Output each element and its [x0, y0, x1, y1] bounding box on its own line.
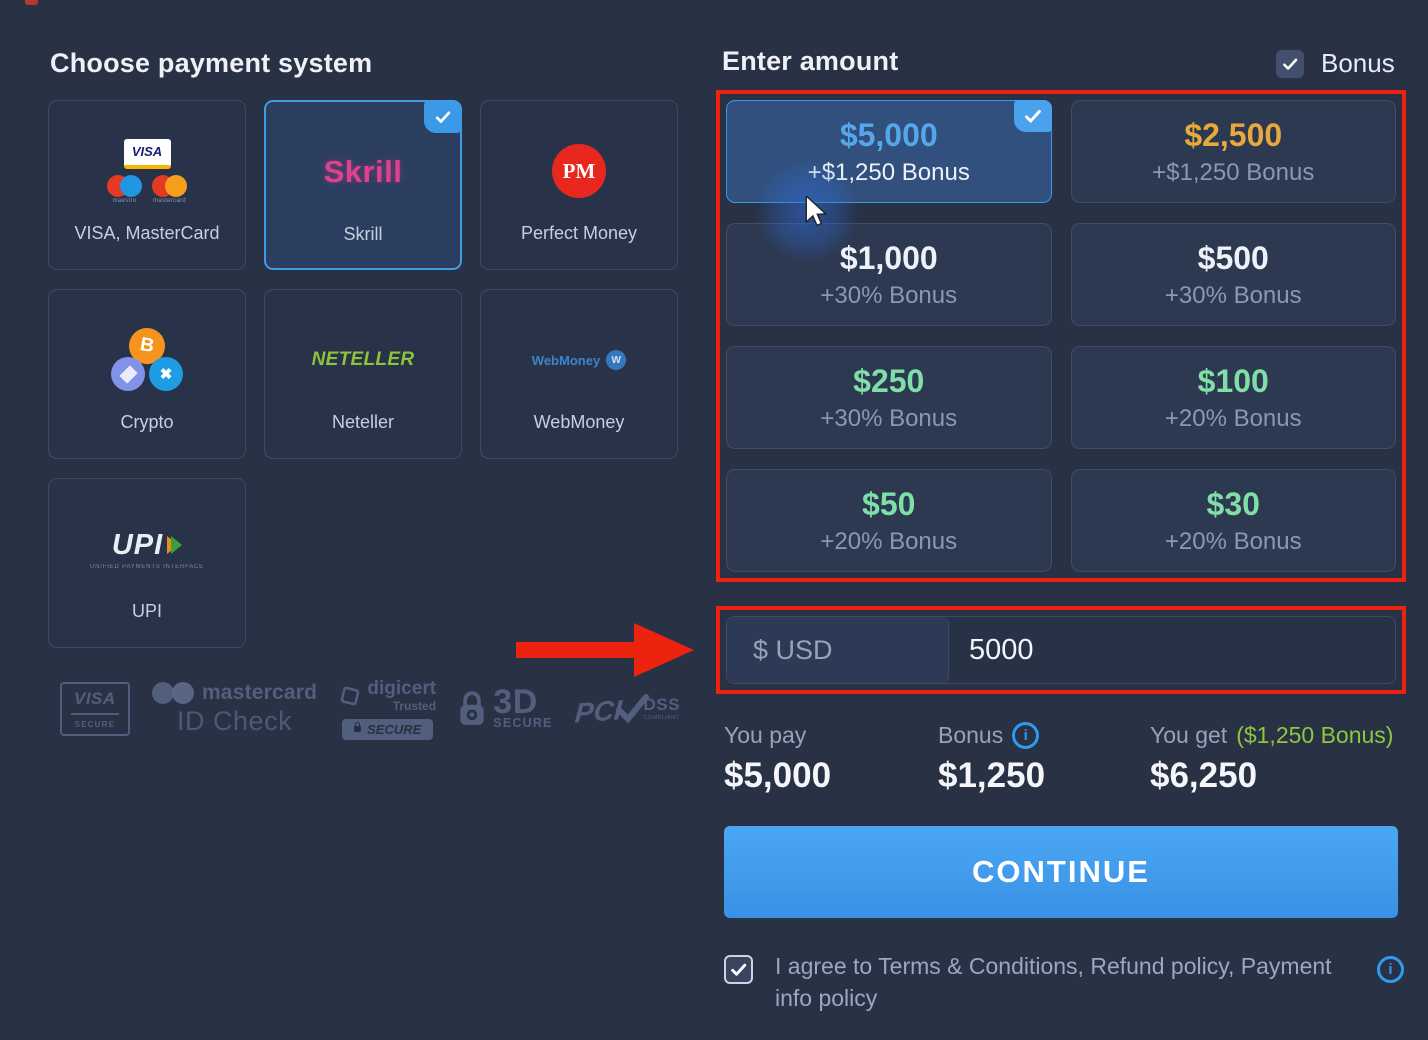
amount-option-500[interactable]: $500 +30% Bonus [1071, 223, 1397, 326]
3d-secure-badge: 3D SECURE [458, 688, 552, 731]
payment-card-label: VISA, MasterCard [74, 223, 219, 244]
check-icon [1022, 105, 1044, 127]
payment-card-label: UPI [132, 601, 162, 622]
bonus-toggle[interactable]: Bonus [1276, 48, 1395, 79]
skrill-icon: Skrill [324, 128, 403, 216]
you-pay-label: You pay [724, 722, 938, 749]
payment-card-label: WebMoney [534, 412, 625, 433]
amount-options-grid-highlighted: $5,000 +$1,250 Bonus $2,500 +$1,250 Bonu… [716, 90, 1406, 582]
you-pay-value: $5,000 [724, 756, 938, 796]
amount-option-2500[interactable]: $2,500 +$1,250 Bonus [1071, 100, 1397, 203]
digicert-icon [339, 685, 361, 707]
bonus-label: Bonus i [938, 722, 1150, 749]
payment-card-webmoney[interactable]: WebMoney W WebMoney [480, 289, 678, 459]
selected-check-badge [1014, 100, 1052, 132]
payment-card-neteller[interactable]: NETELLER Neteller [264, 289, 462, 459]
digicert-badge: digicert Trusted SECURE [339, 679, 436, 740]
amount-input[interactable] [949, 617, 1395, 683]
payment-card-upi[interactable]: UPI UNIFIED PAYMENTS INTERFACE UPI [48, 478, 246, 648]
bonus-checkbox[interactable] [1276, 50, 1304, 78]
screen-artifact-red-dot [25, 0, 38, 5]
you-get-bonus-note: ($1,250 Bonus) [1236, 722, 1393, 749]
agreement-info-icon[interactable]: i [1377, 956, 1404, 983]
check-icon [1281, 55, 1299, 73]
bonus-info-icon[interactable]: i [1012, 722, 1039, 749]
amount-input-highlighted: $ USD [716, 606, 1406, 694]
lock-icon [354, 726, 361, 732]
upi-icon: UPI UNIFIED PAYMENTS INTERFACE [90, 505, 204, 593]
amount-option-5000[interactable]: $5,000 +$1,250 Bonus [726, 100, 1052, 203]
neteller-icon: NETELLER [312, 316, 415, 404]
maestro-logo: maestro [107, 175, 142, 204]
payment-summary: You pay $5,000 Bonus i $1,250 You get ($… [724, 722, 1404, 796]
payment-methods-grid: VISA maestro mastercard VISA, MasterCard [48, 100, 678, 648]
payment-card-perfect-money[interactable]: PM Perfect Money [480, 100, 678, 270]
perfect-money-icon: PM [552, 127, 606, 215]
amount-option-1000[interactable]: $1,000 +30% Bonus [726, 223, 1052, 326]
agreement-text[interactable]: I agree to Terms & Conditions, Refund po… [775, 950, 1347, 1014]
payment-section-title: Choose payment system [50, 48, 372, 79]
visa-secure-badge: VISA SECURE [60, 682, 130, 736]
ethereum-icon [111, 357, 145, 391]
bonus-toggle-label: Bonus [1321, 48, 1395, 79]
you-get-value: $6,250 [1150, 756, 1404, 796]
agreement-checkbox[interactable] [724, 955, 753, 984]
payment-card-label: Crypto [120, 412, 173, 433]
you-get-label: You get ($1,250 Bonus) [1150, 722, 1404, 749]
check-icon [433, 107, 453, 127]
amount-section-title: Enter amount [722, 46, 898, 77]
mastercard-logo: mastercard [152, 175, 187, 204]
deposit-dialog: Choose payment system VISA maestro maste… [0, 0, 1428, 1040]
amount-option-250[interactable]: $250 +30% Bonus [726, 346, 1052, 449]
crypto-icon: B ✖ [111, 316, 183, 404]
currency-selector[interactable]: $ USD [727, 617, 949, 683]
mastercard-idcheck-badge: mastercard ID Check [152, 681, 317, 737]
check-icon [729, 960, 748, 979]
amount-option-50[interactable]: $50 +20% Bonus [726, 469, 1052, 572]
selected-check-badge [424, 101, 461, 133]
webmoney-globe-icon: W [606, 350, 626, 370]
agreement-row: I agree to Terms & Conditions, Refund po… [724, 950, 1404, 1014]
trust-badges-row: VISA SECURE mastercard ID Check digicert… [60, 676, 680, 742]
visa-card-logo: VISA [124, 139, 171, 169]
bonus-value: $1,250 [938, 756, 1150, 796]
padlock-icon [458, 691, 486, 727]
payment-card-label: Neteller [332, 412, 394, 433]
continue-button[interactable]: CONTINUE [724, 826, 1398, 918]
ripple-icon: ✖ [149, 357, 183, 391]
webmoney-icon: WebMoney W [532, 316, 626, 404]
amount-option-100[interactable]: $100 +20% Bonus [1071, 346, 1397, 449]
pci-dss-badge: PCI DSS COMPLIANT [575, 692, 680, 726]
visa-mastercard-icon: VISA maestro mastercard [107, 127, 187, 215]
payment-card-visa-mastercard[interactable]: VISA maestro mastercard VISA, MasterCard [48, 100, 246, 270]
payment-card-label: Skrill [344, 224, 383, 245]
payment-card-crypto[interactable]: B ✖ Crypto [48, 289, 246, 459]
amount-option-30[interactable]: $30 +20% Bonus [1071, 469, 1397, 572]
payment-card-label: Perfect Money [521, 223, 637, 244]
payment-card-skrill[interactable]: Skrill Skrill [264, 100, 462, 270]
